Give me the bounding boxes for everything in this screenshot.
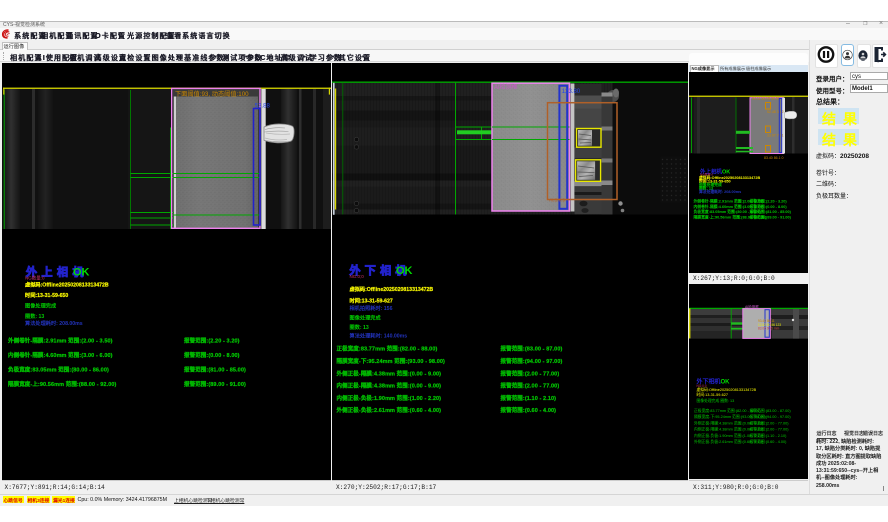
svg-text:AI,S:0.9: AI,S:0.9 (549, 197, 566, 202)
svg-text:负极宽度:83.05mm 范围:(80.00 - 86.00: 负极宽度:83.05mm 范围:(80.00 - 86.00) (8, 365, 109, 373)
svg-text:OK: OK (396, 265, 413, 277)
svg-text:正极宽度:83.77mm 范围:(82.00 - 88.00: 正极宽度:83.77mm 范围:(82.00 - 88.00) (336, 344, 437, 352)
svg-text:隔膜宽度-下:95.24mm 范围:(93.00 - 98.: 隔膜宽度-下:95.24mm 范围:(93.00 - 98.00) (336, 357, 445, 365)
svg-text:相机拍照耗时: 156: 相机拍照耗时: 156 (349, 304, 392, 312)
svg-text:外侧正极-隔膜:4.38mm 范围:(0.00 - 9.00: 外侧正极-隔膜:4.38mm 范围:(0.00 - 9.00) (336, 369, 441, 377)
svg-text:123.80: 123.80 (561, 89, 580, 95)
svg-text:报警范围:(0.00 - 8.00): 报警范围:(0.00 - 8.00) (749, 203, 788, 208)
svg-text:报警范围:(81.00 - 85.00): 报警范围:(81.00 - 85.00) (184, 365, 246, 373)
svg-text:虚拟码:Offline2025020813313472B: 虚拟码:Offline2025020813313472B (25, 280, 109, 288)
svg-text:算法处理耗时: 140.00ms: 算法处理耗时: 140.00ms (349, 331, 407, 339)
svg-text:报警范围:(89.00 - 91.00): 报警范围:(89.00 - 91.00) (749, 214, 792, 219)
svg-text:算法处理耗时: 208.00ms: 算法处理耗时: 208.00ms (698, 189, 741, 194)
svg-text:内侧卷针-隔膜:4.60mm 范围:(3.00 - 6.00: 内侧卷针-隔膜:4.60mm 范围:(3.00 - 6.00) (8, 351, 113, 359)
svg-text:92.11 83.05 90.56: 92.11 83.05 90.56 (752, 96, 780, 100)
svg-text:图像处理完成 圈数: 13: 图像处理完成 圈数: 13 (697, 398, 735, 403)
svg-text:图像处理完成: 图像处理完成 (25, 301, 57, 309)
svg-text:报警范围:(2.00 - 77.00): 报警范围:(2.00 - 77.00) (500, 369, 559, 377)
svg-text:报警范围:(2.00 - 77.00): 报警范围:(2.00 - 77.00) (750, 427, 790, 432)
svg-text:NG:0;0: NG:0;0 (349, 274, 364, 279)
svg-text:报警范围:(2.00 - 77.00): 报警范围:(2.00 - 77.00) (750, 421, 790, 426)
svg-text:内侧正极-隔膜:4.38mm 范围:(0.00 - 9.00: 内侧正极-隔膜:4.38mm 范围:(0.00 - 9.00) (336, 381, 441, 389)
svg-text:报警范围:(94.00 - 97.00): 报警范围:(94.00 - 97.00) (500, 357, 562, 365)
svg-text:报警范围:(83.00 - 87.00): 报警范围:(83.00 - 87.00) (500, 344, 562, 352)
svg-text:圈数: 13: 圈数: 13 (25, 312, 44, 320)
svg-text:隔膜宽度-上:90.56mm 范围:(88.00 - 92.: 隔膜宽度-上:90.56mm 范围:(88.00 - 92.00) (8, 380, 117, 388)
svg-text:AI检测框: AI检测框 (494, 83, 518, 91)
svg-text:外侧卷针-隔膜:2.91mm 范围:(2.00 - 3.50: 外侧卷针-隔膜:2.91mm 范围:(2.00 - 3.50) (8, 336, 113, 344)
svg-text:83.05 90.5 mm: 83.05 90.5 mm (758, 327, 780, 331)
svg-text:外侧正极-负极:2.61mm 范围:(0.60 - 4.00: 外侧正极-负极:2.61mm 范围:(0.60 - 4.00) (336, 406, 441, 414)
svg-text:83.40 86.1 0: 83.40 86.1 0 (764, 156, 784, 160)
svg-text:NG数量:0: NG数量:0 (25, 274, 45, 281)
svg-text:虚拟码:Offline2025020813313472B: 虚拟码:Offline2025020813313472B (349, 285, 433, 293)
svg-text:图像处理完成: 图像处理完成 (349, 313, 381, 321)
svg-text:报警范围:(83.00 - 87.00): 报警范围:(83.00 - 87.00) (750, 408, 792, 413)
svg-text:报警范围:(2.20 - 3.20): 报警范围:(2.20 - 3.20) (184, 336, 240, 344)
svg-text:52.48 39.2: 52.48 39.2 (767, 110, 784, 114)
svg-text:报警范围:(0.60 - 4.00): 报警范围:(0.60 - 4.00) (500, 406, 556, 414)
svg-text:53.88: 53.88 (255, 103, 271, 109)
svg-text:报警范围:(0.60 - 4.00): 报警范围:(0.60 - 4.00) (750, 439, 788, 444)
svg-text:时间:13-31-59-650: 时间:13-31-59-650 (25, 291, 68, 299)
svg-text:报警范围:(2.20 - 3.20): 报警范围:(2.20 - 3.20) (749, 198, 788, 203)
svg-text:报警范围:(94.00 - 97.00): 报警范围:(94.00 - 97.00) (750, 414, 792, 419)
svg-text:内侧正极-负极:1.90mm 范围:(1.00 - 2.20: 内侧正极-负极:1.90mm 范围:(1.00 - 2.20) (336, 393, 441, 401)
svg-text:33.07 74.1: 33.07 74.1 (767, 133, 784, 137)
svg-text:报警范围:(2.00 - 77.00): 报警范围:(2.00 - 77.00) (500, 381, 559, 389)
svg-text:报警范围:(1.10 - 2.10): 报警范围:(1.10 - 2.10) (500, 393, 556, 401)
svg-text:报警范围:(81.00 - 85.00): 报警范围:(81.00 - 85.00) (749, 209, 792, 214)
svg-text:下面阈值:93, 动态阈值:100: 下面阈值:93, 动态阈值:100 (175, 89, 249, 97)
svg-text:报警范围:(1.10 - 2.10): 报警范围:(1.10 - 2.10) (750, 433, 788, 438)
svg-text:圈数: 13: 圈数: 13 (349, 323, 368, 331)
svg-text:虚拟码:Offline2025020813313472B: 虚拟码:Offline2025020813313472B (697, 387, 757, 392)
svg-text:报警范围:(89.00 - 91.00): 报警范围:(89.00 - 91.00) (184, 380, 246, 388)
svg-text:OK: OK (73, 266, 90, 278)
svg-text:算法处理耗时: 208.00ms: 算法处理耗时: 208.00ms (25, 319, 83, 327)
svg-text:AI检测框: AI检测框 (745, 304, 759, 309)
svg-text:时间:13-31-59-627: 时间:13-31-59-627 (697, 392, 728, 397)
svg-text:时间:13-31-59-627: 时间:13-31-59-627 (349, 296, 392, 304)
svg-text:报警范围:(0.00 - 8.00): 报警范围:(0.00 - 8.00) (184, 351, 240, 359)
